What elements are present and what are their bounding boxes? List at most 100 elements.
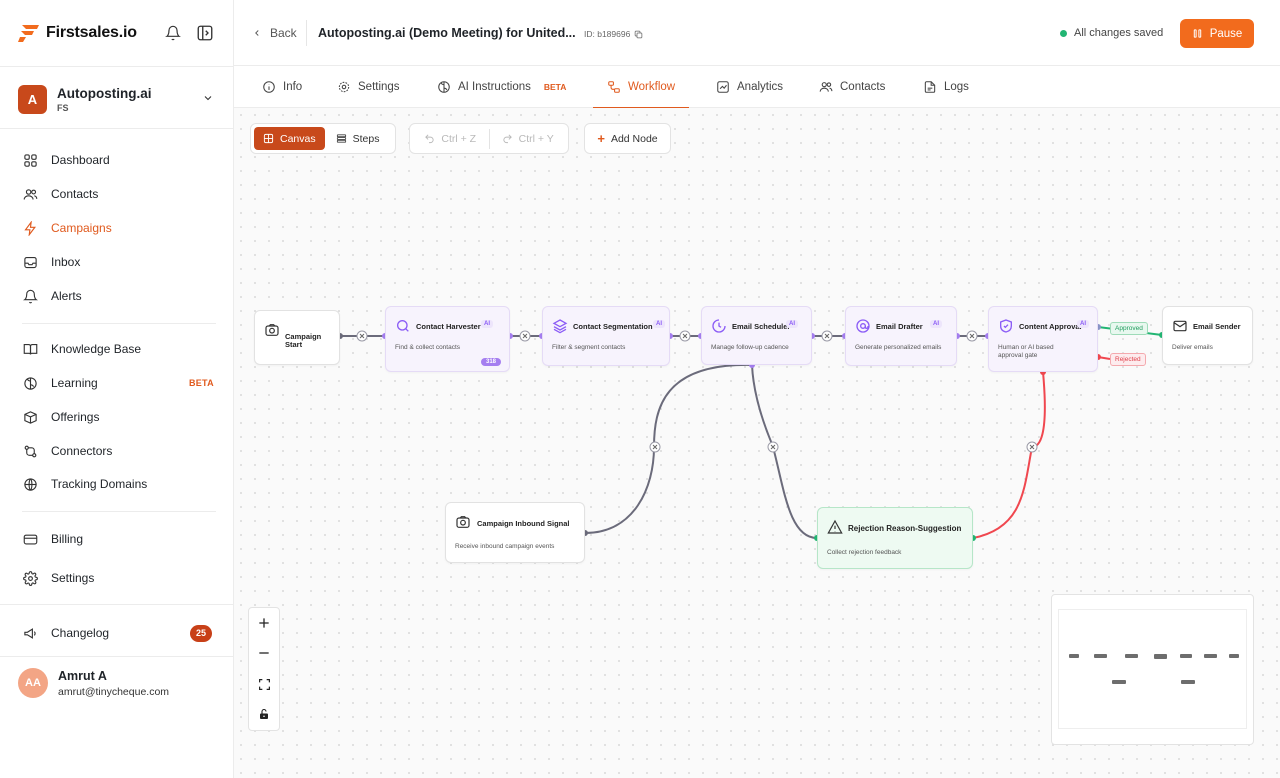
zoom-out-button[interactable] bbox=[249, 638, 279, 668]
workspace-sub: FS bbox=[57, 102, 69, 113]
node-email-drafter[interactable]: Email Drafter AI Generate personalized e… bbox=[845, 306, 957, 366]
tab-label: Settings bbox=[358, 81, 400, 93]
workspace-name: Autoposting.ai bbox=[57, 85, 152, 101]
clock-icon bbox=[712, 319, 726, 333]
tab-workflow[interactable]: Workflow bbox=[593, 66, 690, 109]
page-title: Autoposting.ai (Demo Meeting) for United… bbox=[318, 26, 576, 40]
copy-icon[interactable] bbox=[634, 30, 643, 39]
node-title: Content Approval bbox=[1019, 322, 1082, 331]
sidebar-item-billing[interactable]: Billing bbox=[22, 527, 218, 551]
save-status: All changes saved bbox=[1060, 27, 1163, 39]
collapse-sidebar-icon[interactable] bbox=[194, 22, 216, 44]
nav-separator bbox=[22, 323, 216, 324]
sidebar-item-label: Alerts bbox=[51, 289, 82, 303]
workflow-icon bbox=[608, 81, 620, 93]
camera-icon bbox=[265, 324, 279, 336]
minimap-node bbox=[1125, 654, 1138, 658]
file-icon bbox=[924, 81, 936, 93]
tab-logs[interactable]: Logs bbox=[923, 66, 969, 108]
search-icon bbox=[397, 320, 409, 332]
page-header: Back Autoposting.ai (Demo Meeting) for U… bbox=[234, 0, 1280, 66]
sidebar-item-label: Changelog bbox=[51, 626, 110, 640]
zoom-in-button[interactable] bbox=[249, 608, 279, 638]
node-campaign-inbound-signal[interactable]: Campaign Inbound Signal Receive inbound … bbox=[445, 502, 585, 563]
notification-bell-icon[interactable] bbox=[162, 22, 184, 44]
mail-icon bbox=[1173, 320, 1187, 332]
workflow-canvas[interactable]: Canvas Steps Ctrl + Z Ctrl + Y + Add Nod… bbox=[234, 108, 1280, 778]
sidebar-item-offerings[interactable]: Offerings bbox=[22, 405, 218, 429]
node-title: Email Scheduler bbox=[732, 322, 791, 331]
node-content-approval[interactable]: Content Approval AI Human or AI based ap… bbox=[988, 306, 1098, 372]
pause-button[interactable]: Pause bbox=[1180, 19, 1254, 48]
tab-analytics[interactable]: Analytics bbox=[716, 66, 783, 108]
sidebar-item-knowledge-base[interactable]: Knowledge Base bbox=[22, 337, 218, 361]
node-campaign-start[interactable]: Campaign Start bbox=[254, 310, 340, 365]
sidebar-item-alerts[interactable]: Alerts bbox=[22, 284, 218, 308]
node-title: Contact Harvester bbox=[416, 322, 481, 331]
gear-icon bbox=[22, 570, 38, 586]
tab-settings[interactable]: Settings bbox=[337, 66, 400, 108]
zoom-controls bbox=[248, 607, 280, 731]
minimap-viewport bbox=[1058, 609, 1247, 729]
layers-icon bbox=[552, 319, 568, 334]
fit-view-button[interactable] bbox=[249, 669, 279, 699]
rejected-branch-label: Rejected bbox=[1110, 353, 1146, 366]
node-description: Find & collect contacts bbox=[395, 344, 461, 351]
sidebar-divider bbox=[0, 656, 234, 657]
node-email-sender[interactable]: Email Sender Deliver emails bbox=[1162, 306, 1253, 365]
book-icon bbox=[22, 341, 38, 357]
sidebar-item-tracking-domains[interactable]: Tracking Domains bbox=[22, 472, 218, 496]
gear-icon bbox=[338, 81, 350, 93]
node-title: Campaign Start bbox=[285, 332, 322, 349]
back-button[interactable]: Back bbox=[252, 26, 297, 40]
sidebar-item-label: Tracking Domains bbox=[51, 477, 148, 491]
sidebar-divider bbox=[0, 604, 234, 605]
node-rejection-reason-suggestion[interactable]: Rejection Reason-Suggestion Collect reje… bbox=[817, 507, 973, 569]
sidebar-item-contacts[interactable]: Contacts bbox=[22, 182, 218, 206]
tab-label: AI Instructions bbox=[458, 81, 531, 93]
sidebar-item-settings[interactable]: Settings bbox=[22, 566, 218, 590]
tab-info[interactable]: Info bbox=[262, 66, 302, 108]
node-email-scheduler[interactable]: Email Scheduler AI Manage follow-up cade… bbox=[701, 306, 812, 365]
tab-contacts[interactable]: Contacts bbox=[819, 66, 885, 108]
minimap-node bbox=[1181, 680, 1195, 684]
status-dot bbox=[1060, 29, 1067, 37]
save-status-label: All changes saved bbox=[1074, 27, 1164, 39]
tab-bar: Info Settings AI Instructions BETA Workf… bbox=[234, 66, 1280, 109]
camera-icon bbox=[456, 516, 470, 528]
megaphone-icon bbox=[22, 625, 38, 641]
user-profile[interactable]: AA Amrut A amrut@tinycheque.com bbox=[18, 668, 169, 698]
brand[interactable]: Firstsales.io bbox=[18, 22, 137, 44]
workspace-avatar: A bbox=[18, 84, 47, 114]
header-separator bbox=[306, 20, 307, 46]
sidebar-item-dashboard[interactable]: Dashboard bbox=[22, 148, 218, 172]
sidebar-item-inbox[interactable]: Inbox bbox=[22, 250, 218, 274]
tab-label: Logs bbox=[944, 81, 969, 93]
sidebar-item-campaigns[interactable]: Campaigns bbox=[22, 216, 218, 240]
workspace-switcher[interactable]: A Autoposting.ai FS bbox=[18, 84, 218, 114]
tab-label: Workflow bbox=[628, 81, 676, 93]
sidebar-item-label: Inbox bbox=[51, 255, 81, 269]
bell-icon bbox=[22, 288, 38, 304]
ai-badge: AI bbox=[653, 320, 665, 328]
lock-icon bbox=[260, 708, 268, 719]
globe-icon bbox=[22, 476, 38, 492]
tab-ai-instructions[interactable]: AI Instructions BETA bbox=[437, 66, 566, 108]
shield-icon bbox=[1000, 319, 1012, 333]
tab-label: Analytics bbox=[737, 81, 784, 93]
sidebar-item-connectors[interactable]: Connectors bbox=[22, 439, 218, 463]
sidebar-item-label: Billing bbox=[51, 532, 84, 546]
sidebar-item-learning[interactable]: Learning BETA bbox=[22, 371, 218, 395]
minimap[interactable] bbox=[1051, 594, 1254, 745]
tab-label: Contacts bbox=[840, 81, 886, 93]
link-icon bbox=[22, 443, 38, 459]
minimap-node bbox=[1204, 654, 1217, 658]
sidebar-item-changelog[interactable]: Changelog 25 bbox=[22, 621, 218, 645]
node-contact-segmentation[interactable]: Contact Segmentation AI Filter & segment… bbox=[542, 306, 670, 366]
sidebar-item-label: Connectors bbox=[51, 444, 113, 458]
info-icon bbox=[263, 81, 275, 93]
warning-icon bbox=[827, 519, 843, 534]
node-contact-harvester[interactable]: Contact Harvester AI Find & collect cont… bbox=[385, 306, 510, 372]
back-label: Back bbox=[270, 26, 297, 40]
lock-button[interactable] bbox=[249, 699, 279, 729]
